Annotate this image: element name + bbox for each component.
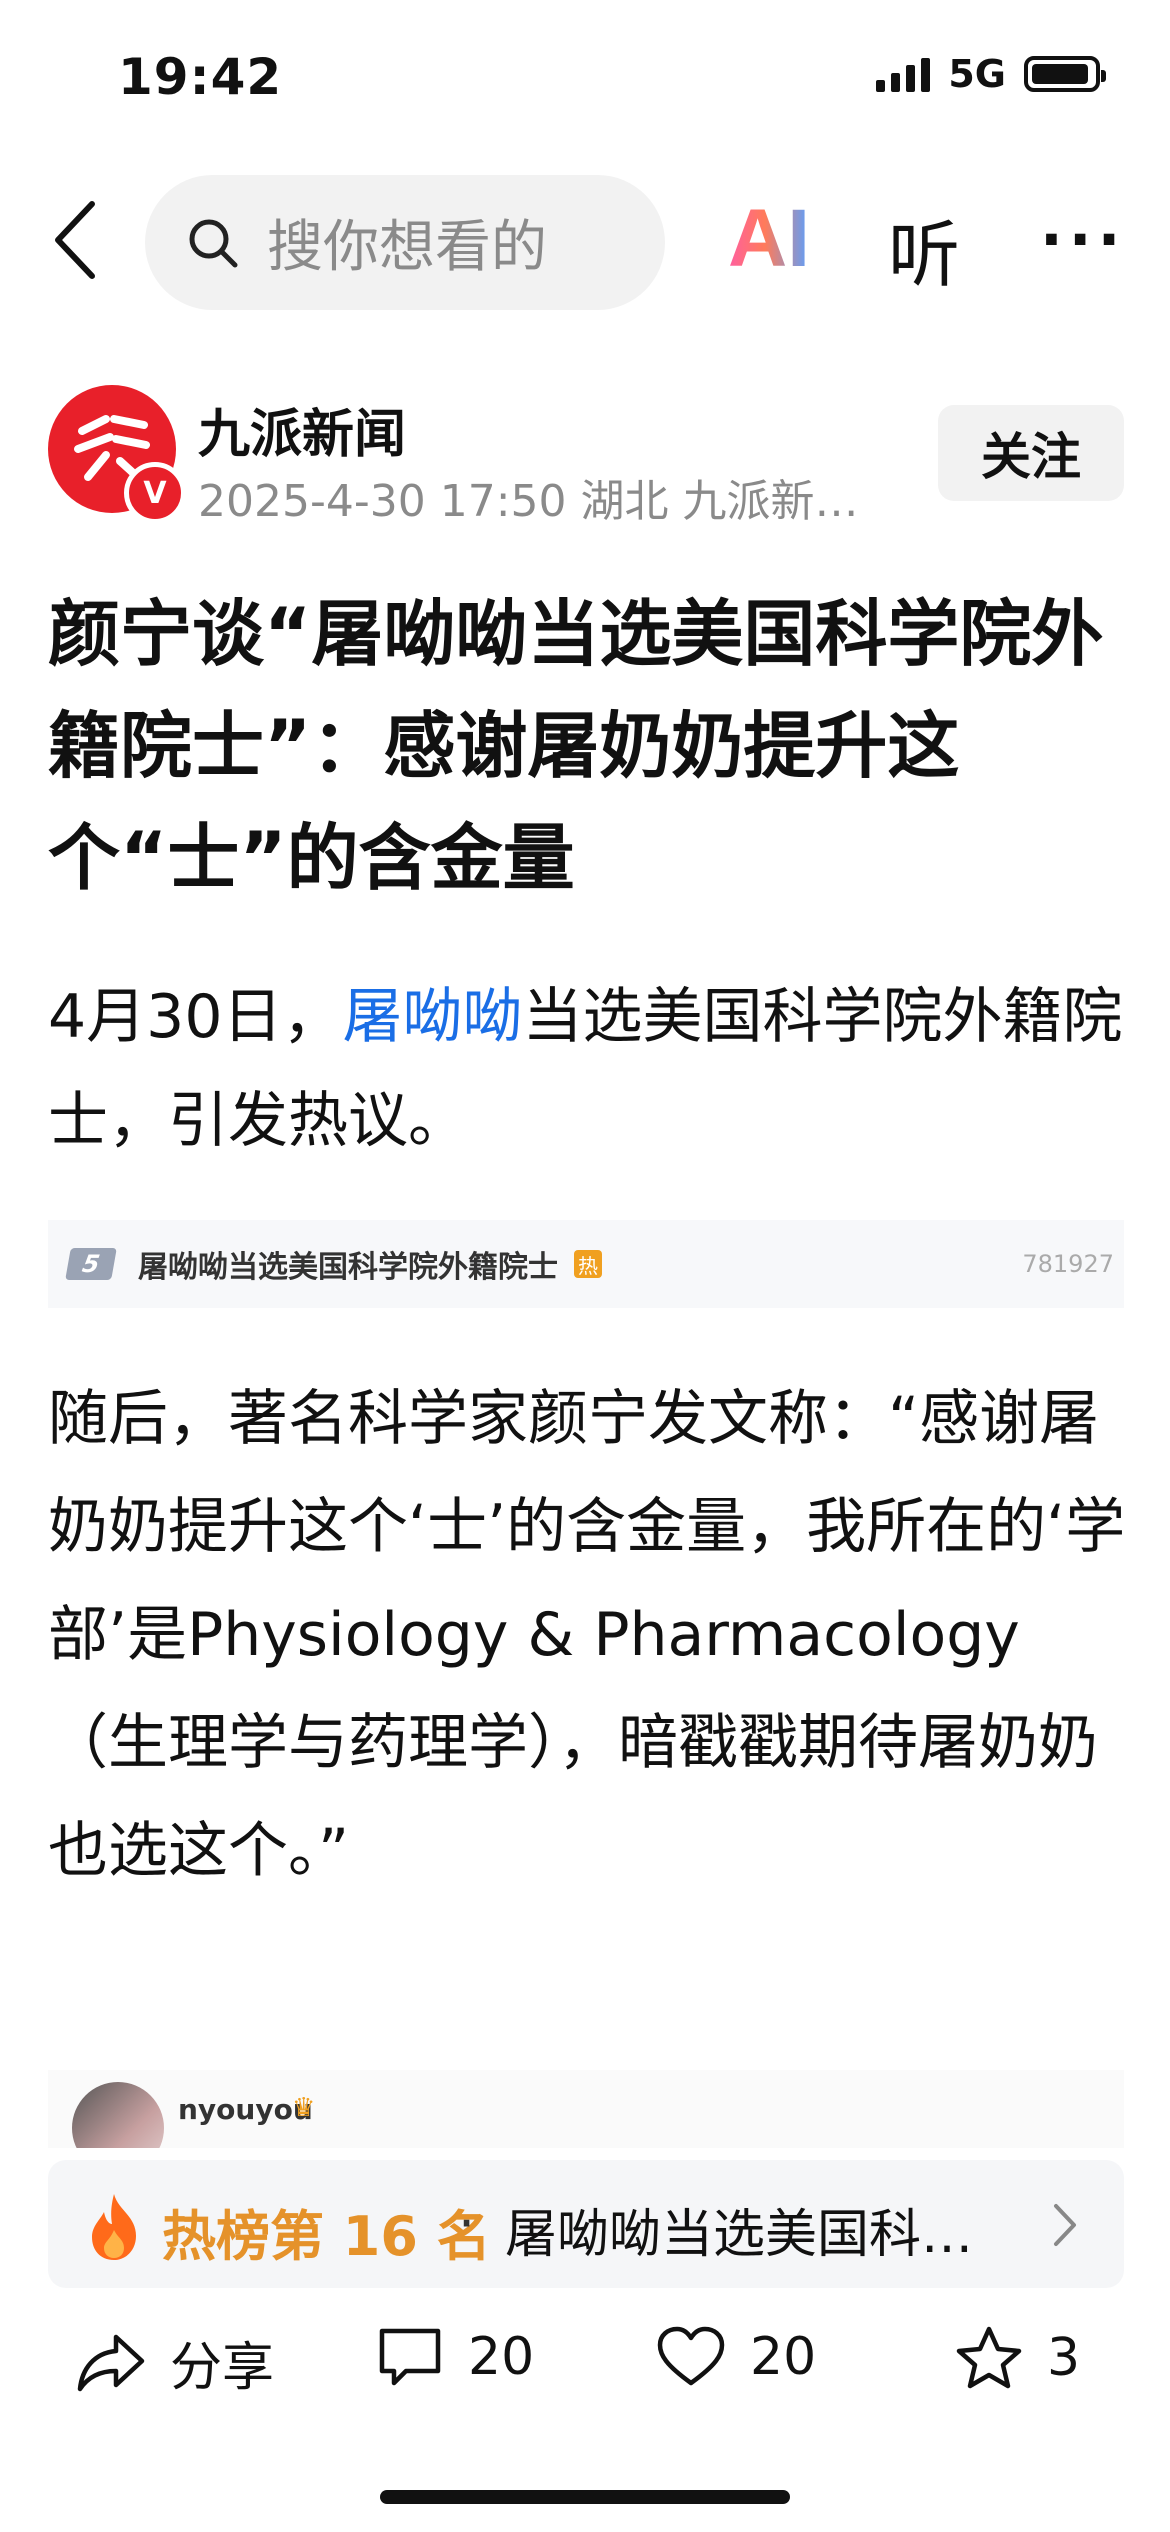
hot-badge: 热 (574, 1250, 602, 1278)
search-icon (189, 219, 238, 267)
article-lede: 4月30日，屠呦呦当选美国科学院外籍院士，引发热议。 (48, 965, 1128, 1173)
hot-rank-text: 热榜第 16 名 (162, 2205, 491, 2268)
image-clip (0, 2148, 1170, 2160)
hotlist-count: 781927 (1022, 1250, 1114, 1278)
hotlist-title: 屠呦呦当选美国科学院外籍院士 (138, 1250, 558, 1285)
hotlist-rank: 5 (65, 1248, 117, 1280)
hot-rank-title: 屠呦呦当选美国科学院外籍院士 (505, 2205, 1025, 2265)
article-headline: 颜宁谈“屠呦呦当选美国科学院外籍院士”：感谢屠奶奶提升这个“士”的含金量 (48, 592, 1104, 900)
crown-icon: ♛ (292, 2093, 316, 2123)
favorite-button[interactable]: 3 (955, 2325, 1080, 2391)
comment-count: 20 (468, 2327, 535, 2387)
chevron-left-icon (55, 201, 95, 279)
share-label: 分享 (170, 2338, 275, 2398)
follow-button[interactable]: 关注 (938, 405, 1124, 501)
search-placeholder: 搜你想看的 (267, 215, 547, 280)
hot-rank-separator: · (458, 2192, 476, 2255)
lede-date: 4月30日， (48, 982, 343, 1052)
share-icon (77, 2334, 145, 2391)
star-icon (956, 2326, 1022, 2389)
chevron-right-icon (1050, 2200, 1080, 2254)
network-type: 5G (948, 52, 1006, 96)
status-indicators: 5G (876, 52, 1106, 96)
verified-badge: V (124, 462, 186, 524)
signal-icon (876, 56, 931, 92)
back-button[interactable] (50, 200, 100, 284)
share-button[interactable]: 分享 (76, 2325, 274, 2400)
listen-button[interactable]: 听 (888, 196, 960, 301)
topic-link[interactable]: 屠呦呦 (343, 982, 523, 1052)
home-indicator[interactable] (380, 2490, 790, 2504)
search-bar[interactable]: 搜你想看的 (145, 175, 665, 310)
more-options-button[interactable]: ··· (1040, 205, 1126, 275)
article-body: 随后，著名科学家颜宁发文称：“感谢屠奶奶提升这个‘士’的含金量，我所在的‘学部’… (48, 1384, 1126, 1886)
comment-button[interactable]: 20 (376, 2325, 534, 2389)
flame-icon (82, 2190, 146, 2266)
article-meta: 2025-4-30 17:50 湖北 九派新闻官方账号 (198, 476, 898, 527)
status-time: 19:42 (118, 48, 283, 106)
comment-icon (379, 2328, 441, 2386)
ai-button[interactable]: AI (728, 192, 810, 286)
author-name[interactable]: 九派新闻 (198, 392, 406, 467)
like-count: 20 (750, 2327, 817, 2387)
favorite-count: 3 (1047, 2328, 1081, 2388)
heart-icon (657, 2326, 725, 2386)
embedded-hotlist-image[interactable]: 5 屠呦呦当选美国科学院外籍院士 热 781927 (48, 1220, 1124, 1308)
like-button[interactable]: 20 (656, 2325, 816, 2389)
battery-icon (1024, 56, 1106, 92)
